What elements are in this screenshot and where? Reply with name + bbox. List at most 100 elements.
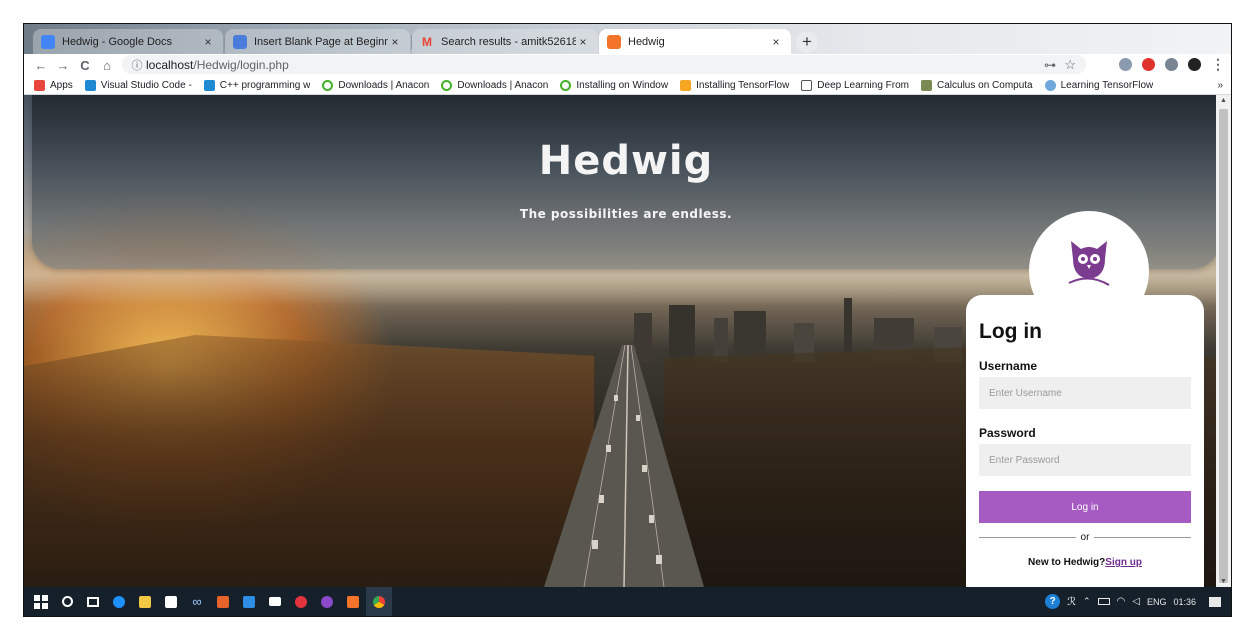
reload-icon[interactable]: C — [74, 58, 96, 73]
scroll-up-icon[interactable]: ▲ — [1216, 97, 1231, 104]
google-docs-favicon-icon — [41, 34, 55, 49]
page-scrollbar[interactable]: ▲ ▼ — [1216, 95, 1231, 587]
scroll-thumb[interactable] — [1219, 109, 1228, 583]
profile-avatar-icon[interactable] — [1188, 58, 1201, 71]
toolbar-extensions: ⋮ — [1119, 56, 1225, 73]
start-icon[interactable] — [28, 587, 54, 616]
tensorflow-icon — [680, 79, 692, 91]
docs-favicon-icon — [233, 34, 247, 49]
address-bar[interactable]: ⓘ localhost/Hedwig/login.php ⊶ ☆ — [122, 55, 1086, 74]
tab-close-icon[interactable]: × — [201, 35, 215, 49]
share-icon — [1044, 79, 1056, 91]
tab-google-docs[interactable]: Hedwig - Google Docs × — [33, 29, 223, 54]
battery-icon[interactable] — [1097, 598, 1110, 605]
tray-expand-icon[interactable]: ⌃ — [1083, 596, 1091, 607]
divider-line — [979, 537, 1076, 538]
page-viewport: Hedwig The possibilities are endless. Lo… — [24, 95, 1216, 587]
bookmark-item[interactable]: Downloads | Anacon — [441, 79, 548, 91]
bookmark-item[interactable]: Learning TensorFlow — [1044, 79, 1153, 91]
language-indicator[interactable]: ENG — [1147, 597, 1167, 607]
tab-close-icon[interactable]: × — [388, 35, 402, 49]
tab-strip: Hedwig - Google Docs × Insert Blank Page… — [24, 24, 1231, 54]
password-label: Password — [979, 426, 1036, 440]
chrome-icon[interactable] — [366, 587, 392, 616]
login-title: Log in — [979, 320, 1042, 343]
extension-red-icon[interactable] — [1142, 58, 1155, 71]
edge-icon[interactable] — [106, 587, 132, 616]
people-icon[interactable]: ℛ — [1067, 595, 1076, 608]
volume-icon[interactable]: ◁ — [1132, 596, 1140, 607]
tab-gmail-search[interactable]: M Search results - amitk526188@g × — [412, 29, 598, 54]
home-icon[interactable]: ⌂ — [96, 58, 118, 73]
username-input[interactable] — [979, 377, 1191, 409]
or-divider: or — [979, 532, 1191, 543]
bookmark-apps[interactable]: Apps — [34, 79, 73, 91]
mail-icon[interactable] — [262, 587, 288, 616]
password-input[interactable] — [979, 444, 1191, 476]
bookmark-item[interactable]: Calculus on Computa — [921, 79, 1033, 91]
extension-m-icon[interactable] — [1165, 58, 1178, 71]
url-host: localhost — [146, 57, 194, 72]
windows-taskbar: ∞ ? ℛ ⌃ ◠ ◁ ENG 01:36 — [24, 587, 1231, 616]
infinity-icon[interactable]: ∞ — [184, 587, 210, 616]
username-label: Username — [979, 359, 1038, 373]
app-orange-icon[interactable] — [210, 587, 236, 616]
tab-title: Hedwig — [628, 35, 665, 48]
tab-insert-blank-page[interactable]: Insert Blank Page at Beginning. × — [225, 29, 410, 54]
system-tray: ? ℛ ⌃ ◠ ◁ ENG 01:36 — [1045, 587, 1221, 616]
tab-title: Search results - amitk526188@g — [441, 35, 576, 48]
app-orange2-icon[interactable] — [340, 587, 366, 616]
menu-icon[interactable]: ⋮ — [1211, 56, 1225, 73]
tab-close-icon[interactable]: × — [576, 35, 590, 49]
or-text: or — [1080, 532, 1090, 543]
clock[interactable]: 01:36 — [1173, 597, 1196, 607]
signup-link[interactable]: Sign up — [1105, 557, 1142, 568]
app-red-icon[interactable] — [288, 587, 314, 616]
anaconda-icon — [322, 79, 334, 91]
anaconda-icon — [441, 79, 453, 91]
wifi-icon[interactable]: ◠ — [1117, 596, 1126, 607]
app-blue-icon[interactable] — [236, 587, 262, 616]
login-card: Log in Username Password Log in or New t… — [966, 295, 1204, 587]
search-icon[interactable] — [54, 587, 80, 616]
site-info-icon[interactable]: ⓘ — [128, 57, 146, 73]
app-purple-icon[interactable] — [314, 587, 340, 616]
bookmarks-overflow-icon[interactable]: » — [1217, 80, 1223, 91]
file-explorer-icon[interactable] — [132, 587, 158, 616]
hedwig-favicon-icon — [607, 34, 621, 49]
browser-toolbar: ← → C ⌂ ⓘ localhost/Hedwig/login.php ⊶ ☆… — [24, 54, 1231, 76]
vscode-icon — [84, 79, 96, 91]
gmail-favicon-icon: M — [422, 34, 432, 49]
bookmark-item[interactable]: Installing TensorFlow — [680, 79, 789, 91]
tab-title: Hedwig - Google Docs — [62, 35, 173, 48]
tab-hedwig[interactable]: Hedwig × — [599, 29, 791, 54]
login-button[interactable]: Log in — [979, 491, 1191, 523]
hero-subtitle: The possibilities are endless. — [519, 207, 733, 221]
task-view-icon[interactable] — [80, 587, 106, 616]
scroll-down-icon[interactable]: ▼ — [1216, 578, 1231, 585]
hero-title: Hedwig — [538, 138, 714, 184]
bookmark-item[interactable]: Deep Learning From — [801, 79, 909, 91]
bookmarks-bar: Apps Visual Studio Code - C++ programmin… — [24, 76, 1231, 95]
url-path: /Hedwig/login.php — [193, 57, 289, 72]
key-icon[interactable]: ⊶ — [1044, 58, 1056, 72]
bookmark-item[interactable]: Installing on Window — [560, 79, 668, 91]
tab-close-icon[interactable]: × — [769, 35, 783, 49]
bookmark-item[interactable]: C++ programming w — [203, 79, 310, 91]
bookmark-item[interactable]: Downloads | Anacon — [322, 79, 429, 91]
signup-row: New to Hedwig?Sign up — [979, 557, 1191, 568]
store-icon[interactable] — [158, 587, 184, 616]
bookmark-item[interactable]: Visual Studio Code - — [84, 79, 192, 91]
apps-grid-icon — [34, 79, 45, 91]
notifications-icon[interactable] — [1209, 596, 1221, 607]
help-icon[interactable]: ? — [1045, 594, 1061, 609]
screen-frame: Hedwig - Google Docs × Insert Blank Page… — [23, 23, 1232, 617]
star-icon[interactable]: ☆ — [1064, 57, 1076, 73]
extension-icon[interactable] — [1119, 58, 1132, 71]
page-icon — [801, 79, 813, 91]
new-tab-button[interactable]: + — [796, 31, 818, 53]
forward-icon[interactable]: → — [52, 58, 74, 73]
back-icon[interactable]: ← — [30, 58, 52, 73]
tab-title: Insert Blank Page at Beginning. — [254, 35, 388, 48]
divider-line — [1094, 537, 1191, 538]
